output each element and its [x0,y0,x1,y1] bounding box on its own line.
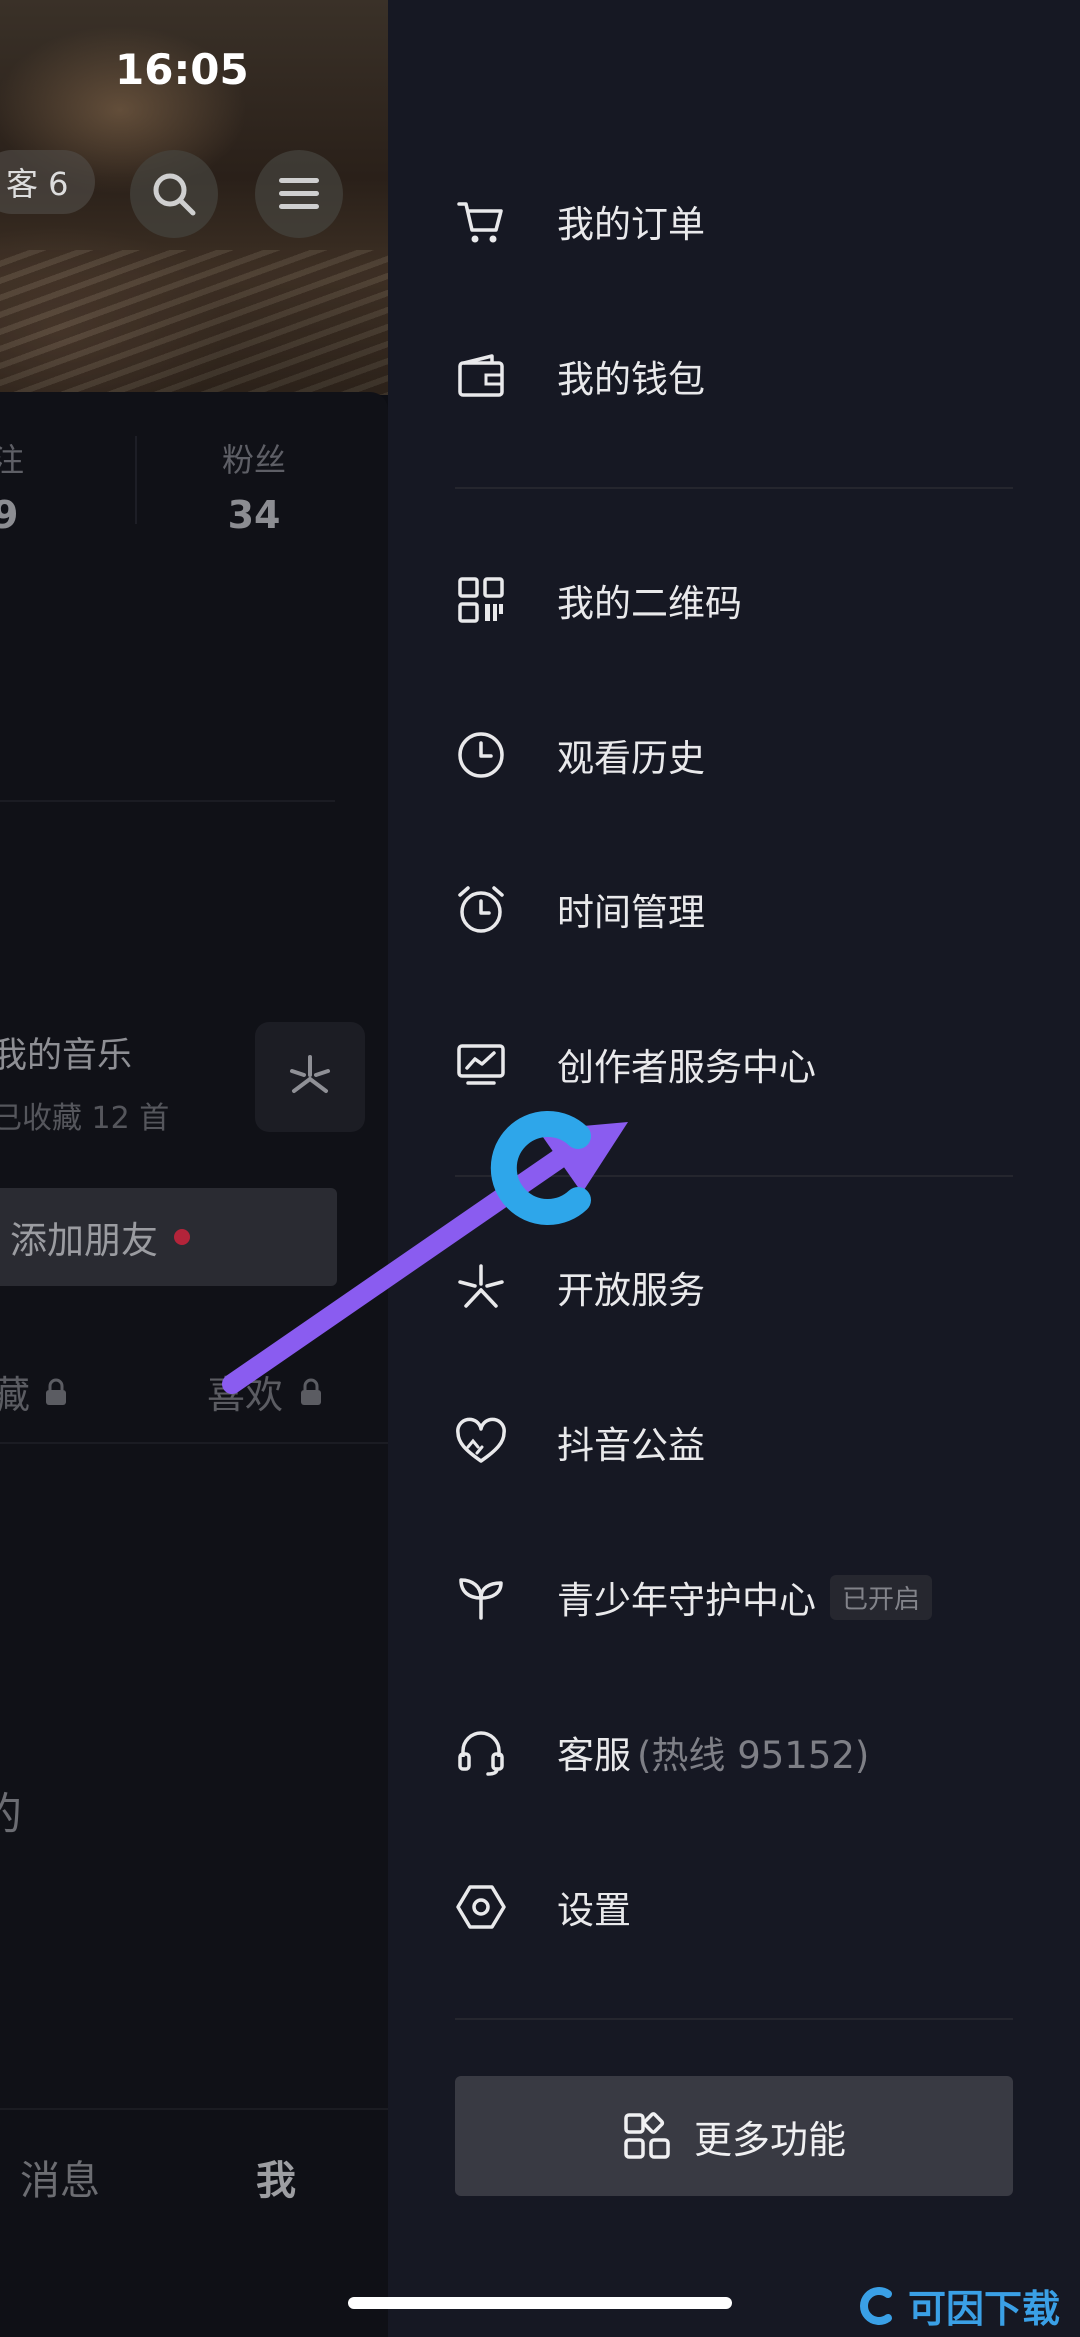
hotline-number: (热线 95152) [637,1734,870,1777]
sprout-icon [455,1571,507,1623]
customer-service-label: 客服 [557,1734,631,1777]
menu-item-label: 青少年守护中心 [557,1579,816,1622]
status-badge: 已开启 [830,1574,933,1620]
profile-page-dimmed[interactable]: 客 6 关注 59 粉丝 34 我的音乐 已收藏 12 首 添加朋友 藏 喜欢 … [0,0,388,2337]
following-stat[interactable]: 关注 59 [0,435,24,537]
search-icon [153,173,196,216]
menu-button[interactable] [255,150,343,238]
tab-collections-label: 藏 [0,1373,31,1417]
more-features-label: 更多功能 [693,2117,846,2162]
menu-item-wallet[interactable]: 我的钱包 [455,336,705,416]
nav-me[interactable]: 我 [256,2148,296,2206]
spark-icon [455,1261,507,1313]
followers-count: 34 [227,493,281,537]
menu-item-label: 我的二维码 [557,582,742,625]
bottom-navigation [0,2108,388,2337]
menu-item-time-management[interactable]: 时间管理 [455,869,705,949]
menu-divider [455,2018,1013,2020]
menu-item-creator-center[interactable]: 创作者服务中心 [455,1024,816,1104]
my-music-subtitle: 已收藏 12 首 [0,1101,170,1136]
watermark-logo-icon [860,2286,892,2325]
status-time: 16:05 [115,45,249,94]
grid-apps-icon [624,2112,670,2159]
stat-divider [135,436,137,524]
menu-item-youth-protection[interactable]: 青少年守护中心 已开启 [455,1557,933,1637]
menu-item-open-services[interactable]: 开放服务 [455,1247,705,1327]
following-count: 59 [0,493,19,537]
more-features-button[interactable]: 更多功能 [455,2076,1013,2196]
visitor-count-chip[interactable]: 客 6 [0,150,95,214]
visitor-count-text: 客 6 [6,165,69,203]
likes-empty-text: 的 [0,1778,22,1842]
add-friend-label: 添加朋友 [10,1219,158,1262]
divider [0,800,335,802]
search-button[interactable] [130,150,218,238]
open-service-shortcut[interactable] [255,1022,365,1132]
followers-label: 粉丝 [222,441,287,479]
spark-icon [290,1055,330,1093]
watermark: 可因下载 [854,2278,1060,2333]
qr-code-icon [455,574,507,626]
following-label: 关注 [0,441,25,479]
menu-item-label: 设置 [557,1889,631,1932]
followers-stat[interactable]: 粉丝 34 [222,435,286,537]
tab-likes[interactable]: 喜欢 [207,1364,323,1419]
menu-item-watch-history[interactable]: 观看历史 [455,715,705,795]
nav-messages[interactable]: 消息 [20,2148,100,2206]
wallet-icon [455,350,507,402]
notification-dot [174,1229,190,1245]
menu-item-label: 客服 (热线 95152) [557,1725,869,1779]
menu-item-label: 时间管理 [557,891,705,934]
headset-icon [455,1726,507,1778]
menu-item-public-welfare[interactable]: 抖音公益 [455,1402,705,1482]
tab-collections[interactable]: 藏 [0,1364,68,1419]
my-music-title[interactable]: 我的音乐 [0,1027,132,1078]
creator-monitor-icon [455,1038,507,1090]
menu-item-label: 我的钱包 [557,358,705,401]
menu-item-label: 我的订单 [557,203,705,246]
menu-item-customer-service[interactable]: 客服 (热线 95152) [455,1712,869,1792]
menu-item-orders[interactable]: 我的订单 [455,181,705,261]
tab-likes-label: 喜欢 [207,1373,284,1417]
home-indicator[interactable] [348,2297,732,2309]
menu-divider [455,487,1013,489]
menu-item-label: 创作者服务中心 [557,1046,816,1089]
lock-icon [46,1378,67,1405]
divider [0,1442,388,1444]
add-friend-button[interactable]: 添加朋友 [0,1188,337,1286]
menu-item-label: 观看历史 [557,737,705,780]
menu-item-qr-code[interactable]: 我的二维码 [455,560,742,640]
menu-icon [279,178,319,209]
menu-divider [455,1175,1013,1177]
watermark-text: 可因下载 [907,2287,1060,2331]
lock-icon [301,1378,322,1405]
cart-icon [455,195,507,247]
alarm-clock-icon [455,883,507,935]
menu-item-label: 开放服务 [557,1269,705,1312]
settings-icon [455,1881,507,1933]
heart-icon [455,1416,507,1468]
menu-item-settings[interactable]: 设置 [455,1867,631,1947]
menu-item-label: 抖音公益 [557,1424,705,1467]
clock-icon [455,729,507,781]
